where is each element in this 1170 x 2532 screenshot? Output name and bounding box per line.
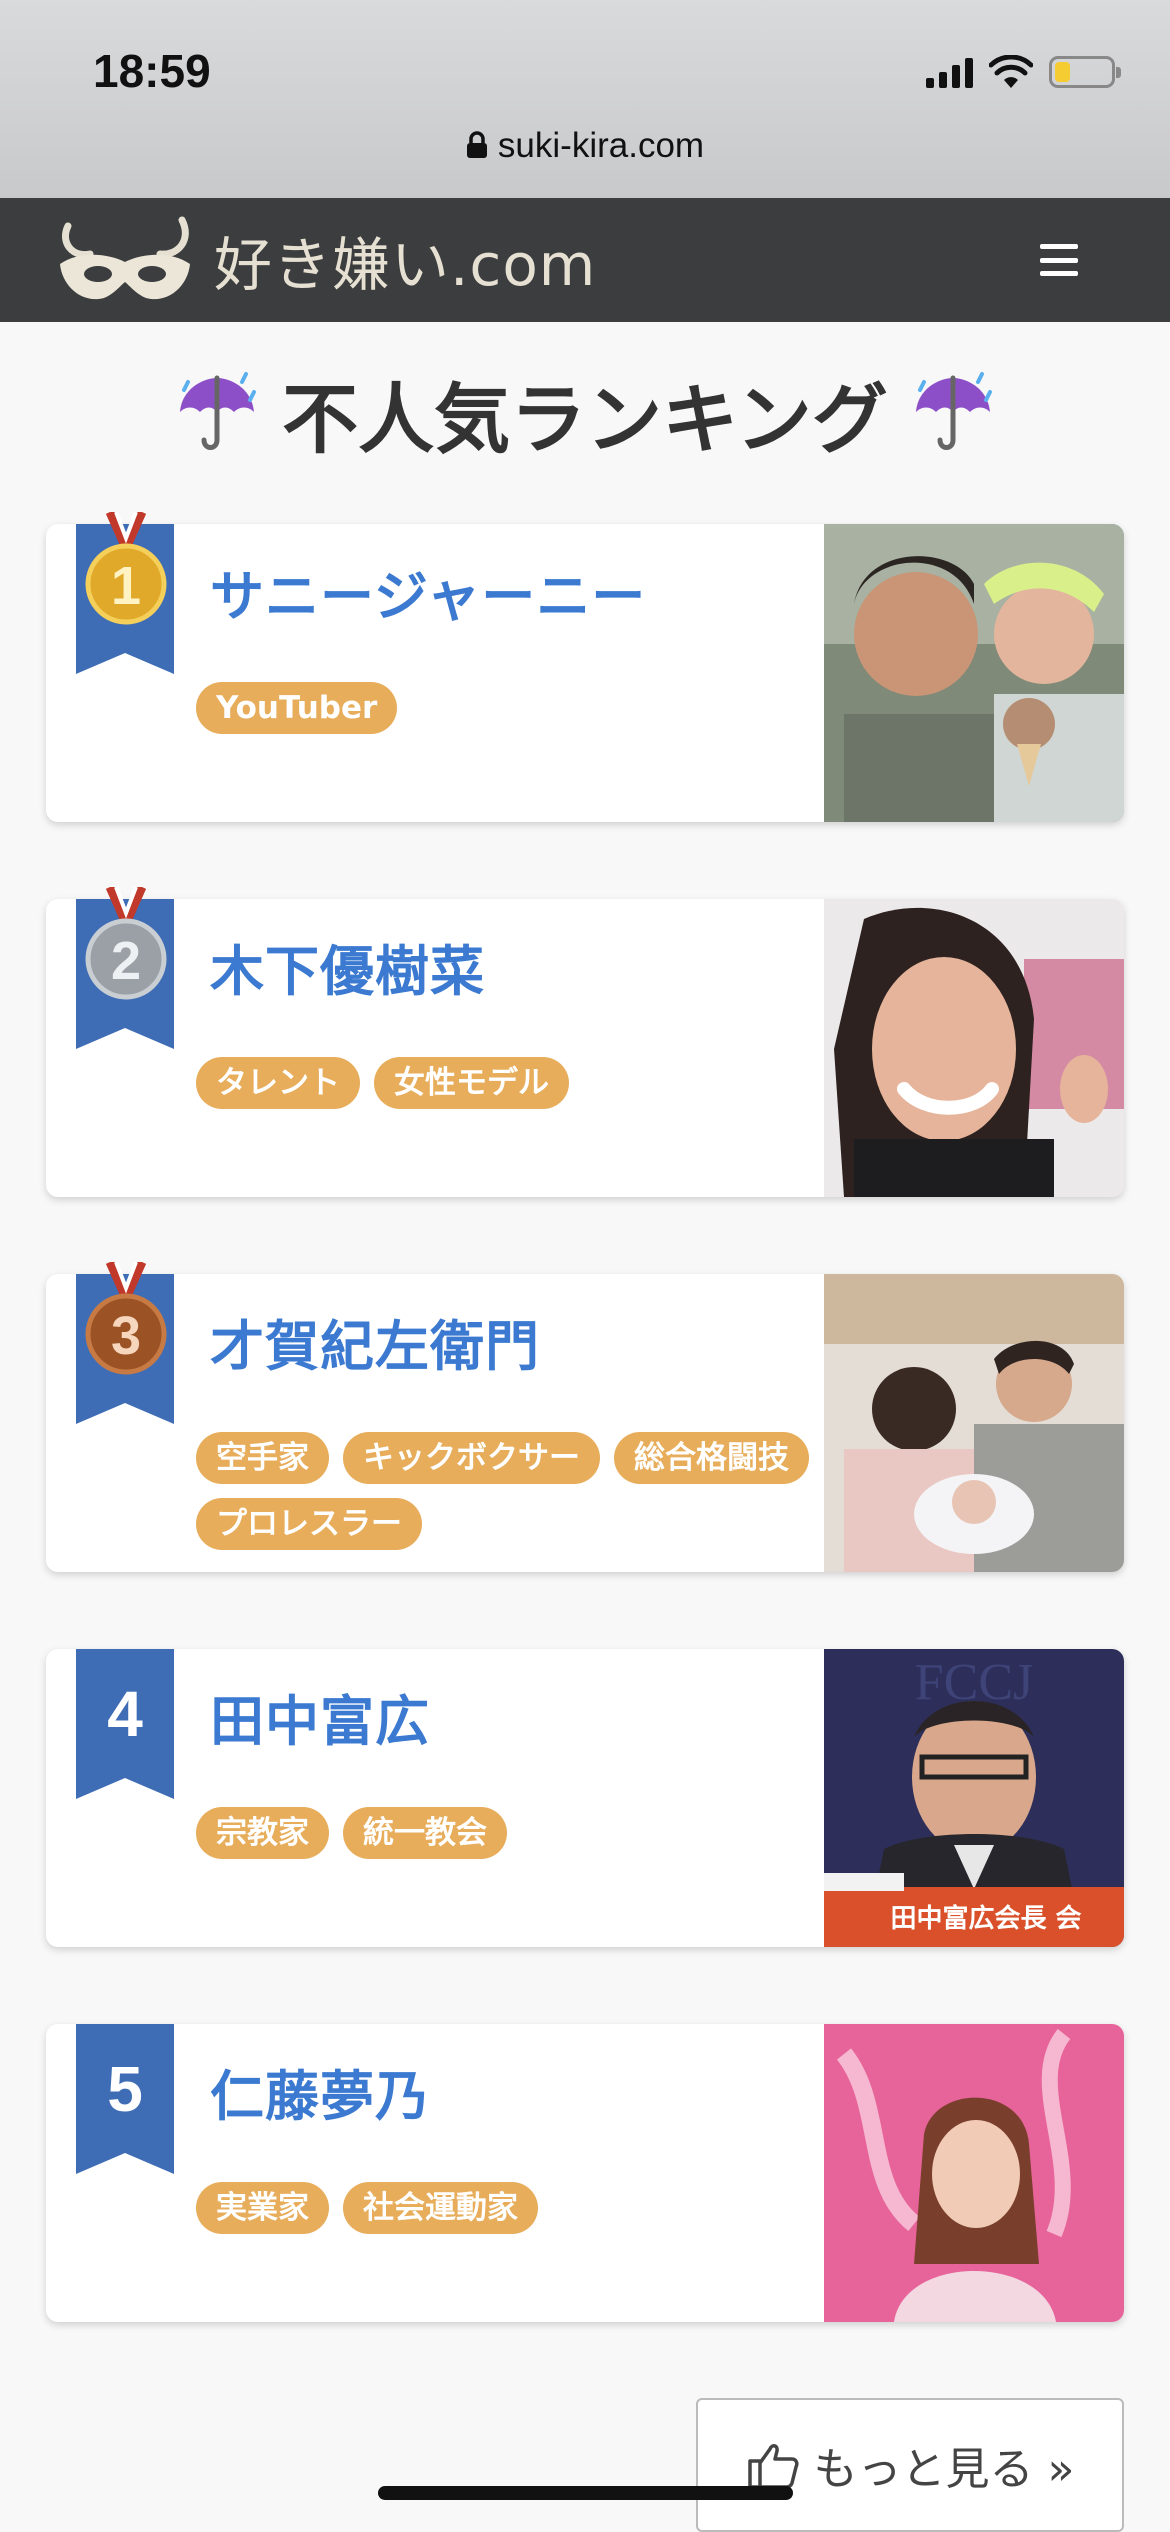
medal-rank-number: 3: [111, 1306, 141, 1366]
category-tag[interactable]: 社会運動家: [343, 2182, 538, 2234]
category-tag[interactable]: YouTuber: [196, 682, 398, 734]
ranking-card[interactable]: 2 木下優樹菜 タレント 女性モデル: [46, 887, 1124, 1197]
tag-list: YouTuber: [196, 682, 836, 734]
ranking-card[interactable]: 3 才賀紀左衛門 空手家 キックボクサー 総合格闘技 プロレスラー: [46, 1262, 1124, 1572]
medal-rank-number: 1: [111, 556, 141, 616]
rank-ribbon: 5: [76, 2024, 174, 2174]
rank-number: 5: [107, 2053, 143, 2125]
page-title: 不人気ランキング: [0, 358, 1170, 468]
site-logo[interactable]: 好き嫌い.com: [50, 212, 596, 308]
rank-number: 4: [107, 1678, 143, 1750]
silver-medal-icon: 2: [85, 887, 167, 1000]
umbrella-rain-icon: [915, 372, 992, 450]
tag-list: 実業家 社会運動家: [196, 2182, 836, 2234]
tag-list: 宗教家 統一教会: [196, 1807, 836, 1859]
category-tag[interactable]: 宗教家: [196, 1807, 329, 1859]
category-tag[interactable]: 女性モデル: [374, 1057, 569, 1109]
category-tag[interactable]: キックボクサー: [343, 1432, 600, 1484]
status-bar: 18:59 suki-kira.com: [0, 0, 1170, 198]
category-tag[interactable]: 総合格闘技: [614, 1432, 809, 1484]
address-bar[interactable]: suki-kira.com: [0, 126, 1170, 166]
gold-medal-icon: 1: [85, 512, 167, 625]
category-tag[interactable]: 統一教会: [343, 1807, 507, 1859]
wifi-icon: [989, 55, 1033, 88]
battery-icon: [1049, 56, 1121, 88]
more-button-label: もっと見る »: [813, 2444, 1075, 2495]
lock-icon: [466, 131, 487, 158]
more-button[interactable]: もっと見る »: [696, 2398, 1124, 2532]
clock: 18:59: [93, 45, 211, 97]
person-name[interactable]: 才賀紀左衛門: [210, 1302, 540, 1381]
site-header: 好き嫌い.com: [0, 198, 1170, 322]
ranking-card[interactable]: 5 仁藤夢乃 実業家 社会運動家: [46, 2024, 1124, 2322]
umbrella-rain-icon: [180, 372, 257, 450]
system-icons: [926, 52, 1121, 92]
person-photo[interactable]: [824, 1274, 1124, 1572]
rank-ribbon: 4: [76, 1649, 174, 1799]
person-name[interactable]: サニージャーニー: [210, 552, 646, 631]
category-tag[interactable]: 実業家: [196, 2182, 329, 2234]
person-name[interactable]: 木下優樹菜: [210, 927, 485, 1006]
mask-logo-icon: [60, 216, 190, 300]
home-indicator: [378, 2486, 793, 2500]
category-tag[interactable]: タレント: [196, 1057, 360, 1109]
thumbs-up-icon: [747, 2444, 799, 2489]
person-photo[interactable]: [824, 2024, 1124, 2322]
url-text: suki-kira.com: [497, 126, 705, 165]
tag-list: タレント 女性モデル: [196, 1057, 836, 1109]
logo-text: 好き嫌い.com: [214, 231, 597, 299]
category-tag[interactable]: 空手家: [196, 1432, 329, 1484]
person-name[interactable]: 仁藤夢乃: [210, 2052, 430, 2131]
person-photo[interactable]: [824, 899, 1124, 1197]
cellular-signal-icon: [926, 56, 973, 88]
hamburger-menu-icon[interactable]: [1040, 244, 1078, 276]
ranking-card[interactable]: 1 サニージャーニー YouTuber: [46, 512, 1124, 822]
medal-rank-number: 2: [111, 931, 141, 991]
person-photo[interactable]: [824, 524, 1124, 822]
photo-caption: 田中富広会長 会: [890, 1903, 1081, 1934]
tag-list: 空手家 キックボクサー 総合格闘技 プロレスラー: [196, 1432, 836, 1550]
ranking-card[interactable]: 4 田中富広 宗教家 統一教会 FCCJ 田中富広会長 会: [46, 1649, 1124, 1947]
person-name[interactable]: 田中富広: [210, 1677, 430, 1756]
page-title-text: 不人気ランキング: [282, 375, 888, 464]
bronze-medal-icon: 3: [85, 1262, 167, 1375]
person-photo[interactable]: FCCJ 田中富広会長 会: [824, 1649, 1124, 1947]
category-tag[interactable]: プロレスラー: [196, 1498, 422, 1550]
